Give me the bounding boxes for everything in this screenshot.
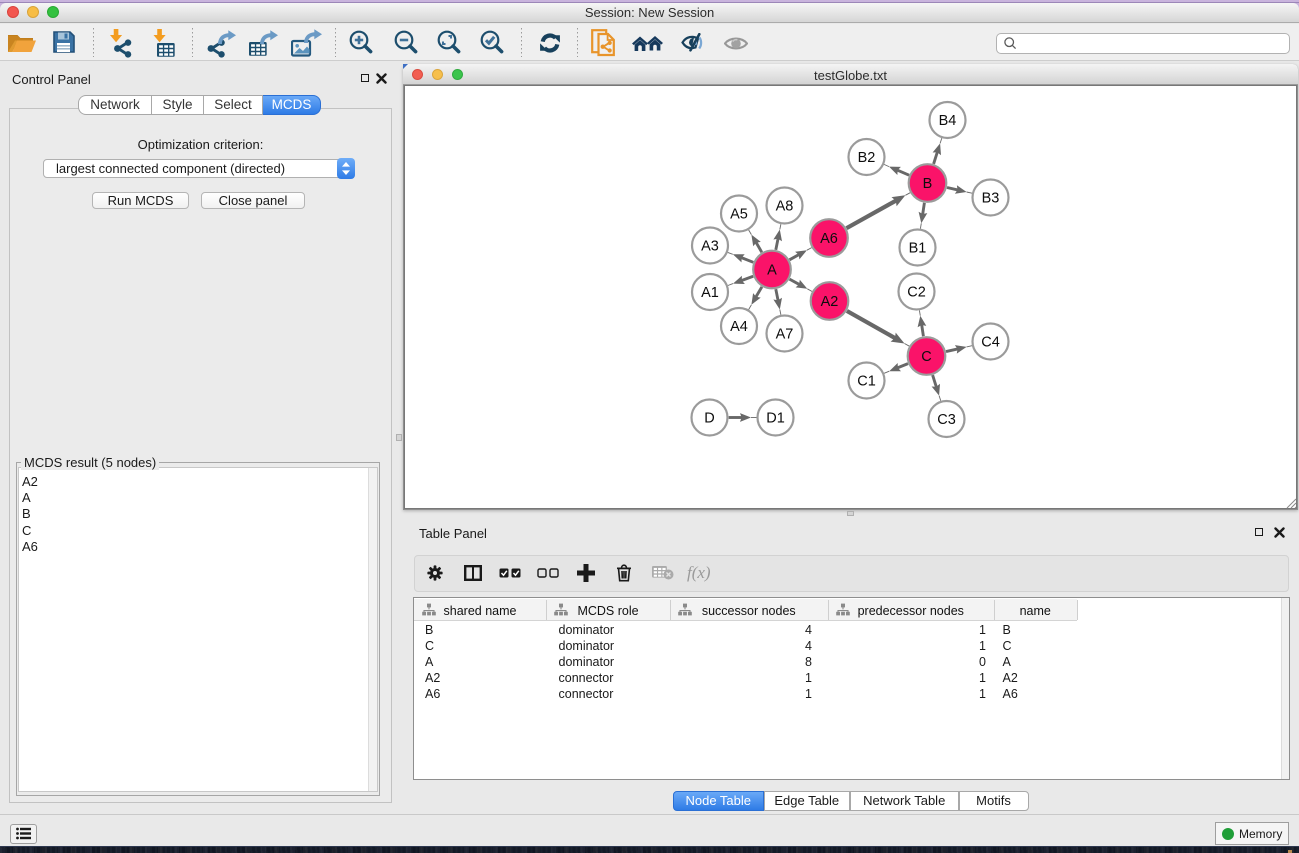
- svg-text:C1: C1: [857, 374, 876, 390]
- svg-text:A2: A2: [821, 294, 839, 310]
- svg-text:A6: A6: [820, 231, 838, 247]
- svg-text:D1: D1: [766, 411, 785, 427]
- svg-text:B2: B2: [858, 150, 876, 166]
- svg-text:A: A: [767, 263, 777, 279]
- svg-text:B4: B4: [939, 113, 957, 129]
- svg-text:A4: A4: [730, 319, 748, 335]
- svg-text:C3: C3: [937, 412, 956, 428]
- svg-text:C2: C2: [907, 285, 926, 301]
- svg-text:C: C: [921, 349, 931, 365]
- svg-text:B3: B3: [982, 191, 1000, 207]
- svg-text:D: D: [704, 411, 714, 427]
- svg-text:A3: A3: [701, 239, 719, 255]
- svg-text:B: B: [923, 176, 933, 192]
- svg-text:A1: A1: [701, 285, 719, 301]
- svg-text:B1: B1: [909, 241, 927, 257]
- svg-text:A5: A5: [730, 207, 748, 223]
- svg-text:A8: A8: [776, 199, 794, 215]
- svg-text:C4: C4: [981, 335, 1000, 351]
- svg-text:A7: A7: [776, 327, 794, 343]
